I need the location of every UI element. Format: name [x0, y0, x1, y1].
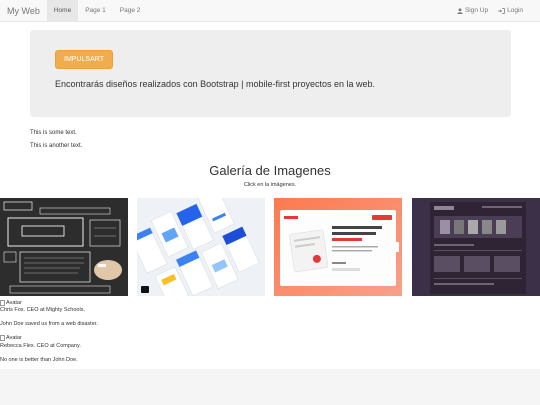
testimonial-1-quote: John Doe saved us from a web disaster.	[0, 321, 98, 327]
brand-link[interactable]: My Web	[0, 0, 47, 22]
login-icon	[498, 8, 505, 14]
navbar-right: Sign Up Login	[452, 0, 528, 22]
gallery-subtitle: Click en la imágenes.	[243, 182, 297, 188]
testimonial-1-avatar: Avatar	[0, 300, 22, 306]
testimonial-1-avatar-alt: Avatar	[6, 300, 22, 306]
nav-item-page-2[interactable]: Page 2	[113, 0, 148, 22]
gallery-image-landing-page[interactable]	[274, 198, 402, 296]
sign-up-link[interactable]: Sign Up	[452, 0, 493, 22]
broken-image-icon	[0, 335, 5, 341]
navbar: My Web Home Page 1 Page 2 Sign Up Login	[0, 0, 540, 22]
body-text-2: This is another text.	[30, 143, 83, 149]
login-link[interactable]: Login	[493, 0, 528, 22]
impulsart-button[interactable]: IMPULSART	[55, 50, 113, 69]
nav-item-page-1[interactable]: Page 1	[78, 0, 113, 22]
testimonial-1-name: Chris Fox. CEO at Mighty Schools.	[0, 307, 85, 313]
login-label: Login	[507, 7, 523, 14]
sign-up-label: Sign Up	[464, 7, 489, 14]
gallery-image-mobile-ui[interactable]	[137, 198, 265, 296]
nav-item-home[interactable]: Home	[46, 0, 79, 22]
jumbotron: IMPULSART Encontrarás diseños realizados…	[30, 30, 511, 117]
jumbotron-lead: Encontrarás diseños realizados con Boots…	[55, 79, 375, 89]
gallery-image-dark-website[interactable]	[412, 198, 540, 296]
gallery-title: Galería de Imagenes	[209, 163, 331, 178]
testimonial-2-avatar: Avatar	[0, 335, 22, 341]
testimonial-2-avatar-alt: Avatar	[6, 335, 22, 341]
user-icon	[457, 8, 463, 14]
testimonial-2-quote: No one is better than John Doe.	[0, 357, 78, 363]
body-text-1: This is some text.	[30, 130, 77, 136]
gallery-image-wireframe-sketch[interactable]	[0, 198, 128, 296]
broken-image-icon	[0, 300, 5, 306]
footer	[0, 369, 540, 405]
testimonial-2-name: Rebecca Flex. CEO at Company.	[0, 343, 81, 349]
